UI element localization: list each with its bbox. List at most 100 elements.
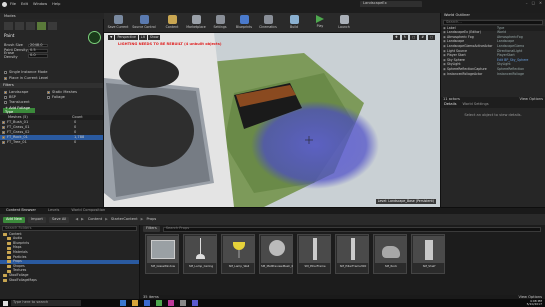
- world-composition-tab[interactable]: World Composition: [71, 209, 105, 213]
- add-foliage-type-button[interactable]: + Add Foliage Type: [3, 106, 35, 113]
- folder-name: StoolFoliage: [9, 273, 29, 278]
- menu-file[interactable]: File: [10, 2, 16, 7]
- edge-app-icon[interactable]: [120, 300, 126, 306]
- content-browser-tab[interactable]: Content Browser: [6, 209, 36, 213]
- store-app-icon[interactable]: [144, 300, 150, 306]
- taskbar-search-input[interactable]: Type here to search: [11, 300, 81, 306]
- mesh-toggle-checkbox[interactable]: [2, 121, 5, 124]
- single-instance-row[interactable]: Single Instance Mode: [4, 70, 47, 75]
- asset-tile[interactable]: SM_GlassWindow: [145, 234, 179, 274]
- rotate-icon[interactable]: ↻: [401, 35, 409, 40]
- asset-tile[interactable]: SM_Lamp_Wall: [221, 234, 255, 274]
- level-viewport[interactable]: ▼ Perspective Lit Show ✚ ↻ □ # ▢ LIGHTIN…: [104, 33, 440, 207]
- asset-tile[interactable]: SM_Lamp_Ceiling: [183, 234, 217, 274]
- erase-density-input[interactable]: 0.0: [28, 53, 48, 58]
- filters-header[interactable]: Filters: [0, 83, 103, 88]
- geometry-mode-icon[interactable]: [48, 22, 57, 30]
- premiere-app-icon[interactable]: [168, 300, 174, 306]
- asset-tile[interactable]: SM_PillarFrame300: [335, 234, 369, 274]
- mesh-toggle-checkbox[interactable]: [2, 136, 5, 139]
- paint-title: Paint: [4, 33, 15, 38]
- folder-search-input[interactable]: Search Folders: [2, 226, 137, 231]
- menu-window[interactable]: Window: [33, 2, 47, 7]
- minimize-icon[interactable]: –: [526, 1, 528, 6]
- menu-edit[interactable]: Edit: [21, 2, 28, 7]
- add-new-button[interactable]: Add New: [3, 216, 25, 223]
- asset-thumbnail: [261, 236, 293, 263]
- scale-icon[interactable]: □: [410, 35, 418, 40]
- asset-tile[interactable]: SM_Shelf: [411, 234, 445, 274]
- close-icon[interactable]: ✕: [539, 1, 542, 6]
- show-label: Show: [149, 34, 159, 39]
- asset-search-input[interactable]: Search Props: [162, 226, 541, 232]
- table-row[interactable]: ◉ InstancedFoliageActor InstancedFoliage: [441, 72, 545, 77]
- paint-brush-icon[interactable]: [88, 31, 101, 44]
- filter-static-meshes-checkbox[interactable]: [47, 91, 50, 94]
- world-settings-tab[interactable]: World Settings: [462, 103, 488, 107]
- brush-size-input[interactable]: 2048.0: [28, 43, 48, 48]
- foliage-mode-icon[interactable]: [37, 22, 46, 30]
- maximize-icon[interactable]: □: [532, 1, 535, 6]
- list-item[interactable]: FT_Tree_01 0: [0, 140, 103, 145]
- filter-landscape-checkbox[interactable]: [4, 91, 7, 94]
- build-button[interactable]: Build: [282, 14, 306, 32]
- filter-bsp-checkbox[interactable]: [4, 96, 7, 99]
- mesh-toggle-checkbox[interactable]: [2, 131, 5, 134]
- breadcrumb-content[interactable]: Content: [88, 217, 102, 222]
- blueprints-button[interactable]: Blueprints: [232, 14, 256, 32]
- breadcrumb-props[interactable]: Props: [146, 217, 156, 222]
- lit-button[interactable]: Lit: [138, 35, 147, 40]
- show-button[interactable]: Show: [147, 34, 161, 40]
- folder-icon: [7, 251, 11, 255]
- marketplace-button[interactable]: Marketplace: [184, 14, 208, 32]
- breadcrumb-starter-content[interactable]: StarterContent: [111, 217, 138, 222]
- project-tab[interactable]: LandscapeEx: [360, 1, 422, 7]
- place-mode-icon[interactable]: [4, 22, 13, 30]
- translate-icon[interactable]: ✚: [392, 35, 400, 40]
- paint-mode-icon[interactable]: [15, 22, 24, 30]
- content-button[interactable]: Content: [160, 14, 184, 32]
- paint-density-input[interactable]: 0.5: [28, 48, 48, 53]
- filters-button[interactable]: Filters: [143, 226, 160, 232]
- levels-tab[interactable]: Levels: [48, 209, 59, 213]
- place-in-level-checkbox[interactable]: [4, 77, 7, 81]
- menu-help[interactable]: Help: [52, 2, 60, 7]
- place-in-level-row[interactable]: Place in Current Level: [4, 76, 48, 81]
- launch-button[interactable]: Launch: [332, 14, 356, 32]
- folder-item[interactable]: StoolFoliageMaps: [0, 278, 139, 283]
- back-arrow-icon[interactable]: ◀: [75, 217, 78, 222]
- source-control-button[interactable]: Source Control: [132, 14, 156, 32]
- details-tab[interactable]: Details: [444, 103, 456, 107]
- single-instance-checkbox[interactable]: [4, 71, 7, 75]
- filter-translucent-checkbox[interactable]: [4, 101, 7, 104]
- marketplace-icon: [191, 15, 201, 24]
- grid-snap-icon[interactable]: #: [419, 35, 426, 40]
- perspective-button[interactable]: Perspective: [115, 35, 138, 40]
- actor-name: InstancedFoliageActor: [447, 71, 483, 76]
- filter-foliage-checkbox[interactable]: [47, 96, 50, 99]
- save-current-button[interactable]: Save Current: [106, 14, 130, 32]
- maximize-viewport-icon[interactable]: ▢: [427, 35, 435, 40]
- landscape-mode-icon[interactable]: [26, 22, 35, 30]
- chrome-app-icon[interactable]: [156, 300, 162, 306]
- outliner-view-options[interactable]: View Options: [519, 97, 543, 102]
- save-all-button[interactable]: Save All: [48, 216, 70, 223]
- viewport-menu-button[interactable]: ▼: [108, 35, 115, 40]
- settings-button[interactable]: Settings: [208, 14, 232, 32]
- vs-app-icon[interactable]: [192, 300, 198, 306]
- asset-tile[interactable]: SM_Rock: [373, 234, 407, 274]
- mesh-toggle-checkbox[interactable]: [2, 126, 5, 129]
- asset-tile[interactable]: SM_MatPreviewMesh_02: [259, 234, 293, 274]
- asset-tile[interactable]: SM_PillarFrame: [297, 234, 331, 274]
- unreal-app-icon[interactable]: [180, 300, 186, 306]
- world-outliner-tab[interactable]: World Outliner: [441, 13, 545, 19]
- clock[interactable]: 4:08 PM 5/10/2017: [527, 299, 542, 307]
- play-button[interactable]: Play: [308, 14, 332, 32]
- mesh-toggle-checkbox[interactable]: [2, 141, 5, 144]
- cinematics-button[interactable]: Cinematics: [256, 14, 280, 32]
- windows-start-icon[interactable]: [3, 300, 8, 306]
- forward-arrow-icon[interactable]: ▶: [81, 217, 84, 222]
- explorer-app-icon[interactable]: [132, 300, 138, 306]
- import-button[interactable]: Import: [27, 216, 46, 223]
- outliner-search-input[interactable]: Search...: [443, 20, 543, 25]
